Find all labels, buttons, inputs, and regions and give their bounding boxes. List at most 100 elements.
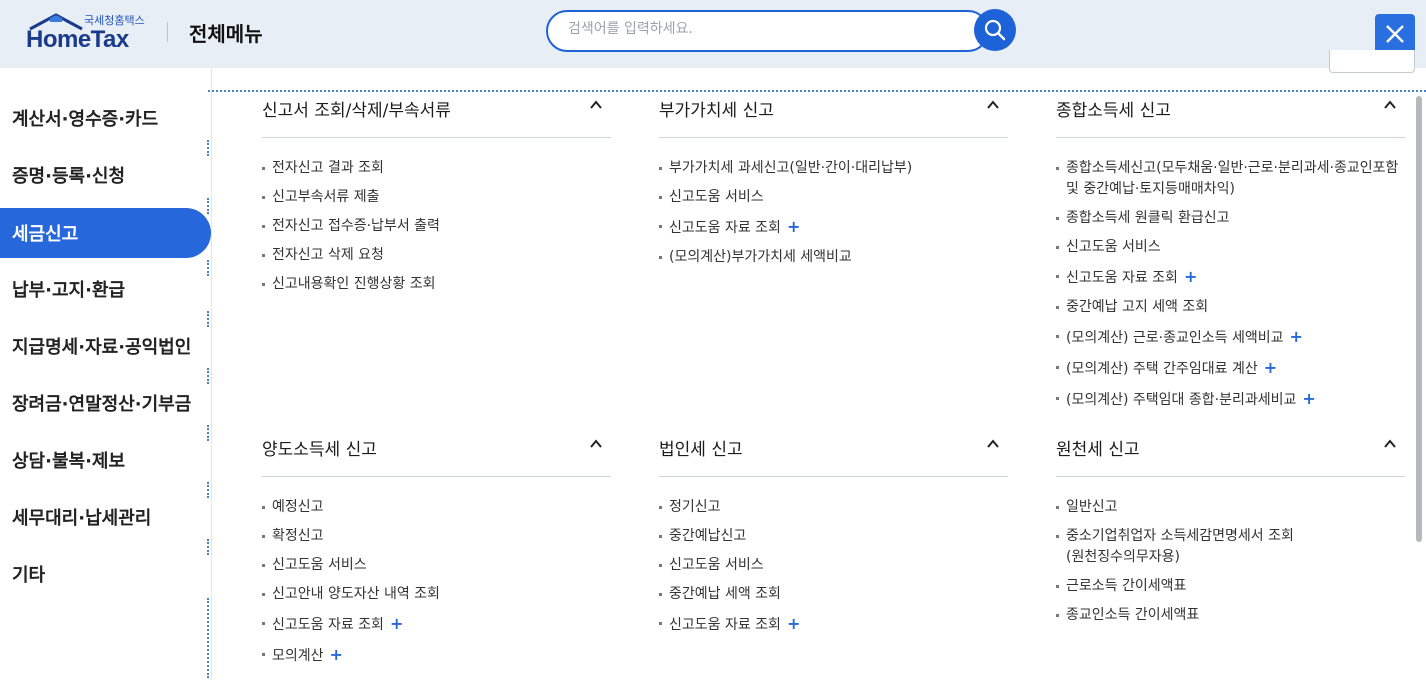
sidebar-item-tax-filing[interactable]: 세금신고 [0,208,211,258]
plus-icon[interactable]: + [1302,389,1315,408]
section-header[interactable]: 원천세 신고 [1056,429,1405,477]
menu-item[interactable]: 근로소득 간이세액표 [1056,576,1405,597]
top-right-tab[interactable] [1329,50,1415,73]
menu-item-label: 정기신고 [669,499,721,515]
plus-icon[interactable]: + [787,217,800,236]
menu-item[interactable]: 전자신고 결과 조회 [262,158,611,179]
section-vat: 부가가치세 신고 부가가치세 과세신고(일반·간이·대리납부) 신고도움 서비스… [659,90,1008,276]
menu-item-label: 종교인소득 간이세액표 [1066,607,1200,623]
divider-dots [207,368,210,384]
chevron-up-icon[interactable] [589,437,603,451]
sidebar-item-certificates[interactable]: 증명·등록·신청 [0,150,211,200]
menu-item-label: (모의계산) 근로·종교인소득 세액비교 [1066,330,1284,346]
menu-item-label: 신고도움 서비스 [272,557,367,573]
close-button[interactable] [1375,14,1415,54]
section-income-tax: 종합소득세 신고 종합소득세신고(모두채움·일반·근로·분리과세·종교인포함 및 … [1056,90,1405,419]
menu-item-label: 전자신고 접수증·납부서 출력 [272,218,440,234]
sidebar-item-incentives[interactable]: 장려금·연말정산·기부금 [0,378,211,428]
chevron-up-icon[interactable] [986,437,1000,451]
menu-item[interactable]: 종합소득세 원클릭 환급신고 [1056,208,1405,229]
menu-item[interactable]: (모의계산) 주택 간주임대료 계산 + [1056,357,1405,380]
menu-item-label: 전자신고 결과 조회 [272,160,384,176]
menu-item[interactable]: 신고도움 서비스 [1056,237,1405,258]
menu-item[interactable]: 신고내용확인 진행상황 조회 [262,274,611,295]
chevron-up-icon[interactable] [589,98,603,112]
menu-item[interactable]: 부가가치세 과세신고(일반·간이·대리납부) [659,158,1008,179]
menu-item[interactable]: 전자신고 접수증·납부서 출력 [262,216,611,237]
sidebar-item-statements[interactable]: 지급명세·자료·공익법인 [0,321,211,371]
plus-icon[interactable]: + [330,645,343,664]
menu-item[interactable]: 신고도움 자료 조회 + [1056,266,1405,289]
search-box [546,10,989,52]
menu-item[interactable]: 종교인소득 간이세액표 [1056,605,1405,626]
plus-icon[interactable]: + [787,614,800,633]
section-header[interactable]: 부가가치세 신고 [659,90,1008,138]
menu-item[interactable]: 모의계산 + [262,644,611,667]
menu-item[interactable]: 정기신고 [659,497,1008,518]
logo-text: HomeTax [26,26,129,53]
menu-item[interactable]: (모의계산) 근로·종교인소득 세액비교 + [1056,326,1405,349]
plus-icon[interactable]: + [390,614,403,633]
search-input[interactable] [568,21,948,37]
section-header[interactable]: 신고서 조회/삭제/부속서류 [262,90,611,138]
sidebar-item-etc[interactable]: 기타 [0,549,211,599]
menu-item[interactable]: 일반신고 [1056,497,1405,518]
menu-item-label: 중간예납신고 [669,528,747,544]
menu-item-label: 부가가치세 과세신고(일반·간이·대리납부) [669,160,913,176]
menu-item[interactable]: 중간예납 고지 세액 조회 [1056,297,1405,318]
divider-dots [207,198,210,214]
plus-icon[interactable]: + [1264,358,1277,377]
menu-item[interactable]: 신고도움 자료 조회 + [659,613,1008,636]
section-header[interactable]: 종합소득세 신고 [1056,90,1405,138]
menu-item[interactable]: 신고도움 자료 조회 + [659,216,1008,239]
menu-item-label: 전자신고 삭제 요청 [272,247,384,263]
menu-item-label: 중소기업취업자 소득세감면명세서 조회 [1066,528,1294,544]
plus-icon[interactable]: + [1289,327,1302,346]
menu-item-label: 신고안내 양도자산 내역 조회 [272,586,440,602]
divider-dots [207,598,210,678]
menu-item[interactable]: 신고도움 서비스 [659,187,1008,208]
menu-item-label-line2: (원천징수의무자용) [1066,549,1180,565]
menu-item[interactable]: 신고안내 양도자산 내역 조회 [262,584,611,605]
chevron-up-icon[interactable] [986,98,1000,112]
menu-item-label: 중간예납 고지 세액 조회 [1066,299,1209,315]
section-corporate-tax: 법인세 신고 정기신고 중간예납신고 신고도움 서비스 중간예납 세액 조회 신… [659,429,1008,644]
menu-item[interactable]: 중간예납 세액 조회 [659,584,1008,605]
sidebar-item-payment[interactable]: 납부·고지·환급 [0,264,211,314]
chevron-up-icon[interactable] [1383,437,1397,451]
divider-dots [207,425,210,441]
hometax-logo[interactable]: 국세청홈택스 HomeTax [26,10,146,53]
section-capital-gains: 양도소득세 신고 예정신고 확정신고 신고도움 서비스 신고안내 양도자산 내역… [262,429,611,675]
section-title: 부가가치세 신고 [659,101,774,121]
scrollbar[interactable] [1416,96,1422,542]
menu-item[interactable]: 신고도움 서비스 [262,555,611,576]
section-header[interactable]: 법인세 신고 [659,429,1008,477]
plus-icon[interactable]: + [1184,267,1197,286]
menu-item[interactable]: 신고부속서류 제출 [262,187,611,208]
chevron-up-icon[interactable] [1383,98,1397,112]
header: 국세청홈택스 HomeTax 전체메뉴 [0,0,1426,68]
menu-item[interactable]: 중소기업취업자 소득세감면명세서 조회 (원천징수의무자용) [1056,526,1405,568]
search-button[interactable] [974,9,1016,51]
sidebar-item-tax-agent[interactable]: 세무대리·납세관리 [0,492,211,542]
section-title: 신고서 조회/삭제/부속서류 [262,101,451,121]
divider-dots [207,140,210,156]
close-icon [1386,25,1404,43]
menu-item[interactable]: 종합소득세신고(모두채움·일반·근로·분리과세·종교인포함 및 중간예납·토지등매… [1056,158,1405,200]
sidebar-item-receipts[interactable]: 계산서·영수증·카드 [0,93,211,143]
section-header[interactable]: 양도소득세 신고 [262,429,611,477]
menu-item-label: (모의계산) 주택임대 종합·분리과세비교 [1066,392,1297,408]
menu-item[interactable]: (모의계산)부가가치세 세액비교 [659,247,1008,268]
sidebar-item-consultation[interactable]: 상담·불복·제보 [0,435,211,485]
menu-item[interactable]: 중간예납신고 [659,526,1008,547]
menu-item[interactable]: 전자신고 삭제 요청 [262,245,611,266]
menu-item[interactable]: 신고도움 서비스 [659,555,1008,576]
menu-item[interactable]: 예정신고 [262,497,611,518]
section-title: 양도소득세 신고 [262,440,377,460]
menu-item[interactable]: (모의계산) 주택임대 종합·분리과세비교 + [1056,388,1405,411]
menu-item[interactable]: 확정신고 [262,526,611,547]
menu-item-label: 신고도움 서비스 [669,557,764,573]
page-title: 전체메뉴 [189,22,263,46]
section-title: 법인세 신고 [659,440,743,460]
menu-item[interactable]: 신고도움 자료 조회 + [262,613,611,636]
